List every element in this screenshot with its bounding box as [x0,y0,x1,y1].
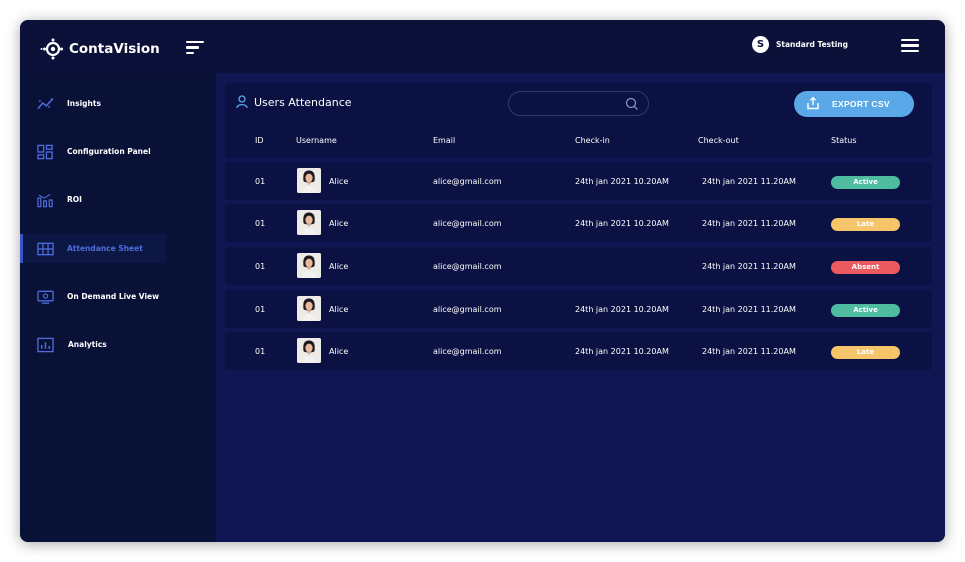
cell-checkin: 24th jan 2021 10.20AM [575,177,669,186]
cell-id: 01 [255,177,266,186]
cell-email: alice@gmail.com [433,347,502,356]
cell-email: alice@gmail.com [433,305,502,314]
cell-id: 01 [255,262,266,271]
user-name: Standard Testing [775,40,848,49]
status-badge: Late [831,346,900,359]
user-avatar: S [751,36,769,53]
main-menu-button[interactable] [901,39,919,52]
cell-checkin: 24th jan 2021 10.20AM [575,347,669,356]
sidebar-item-label: Analytics [68,340,107,349]
cell-checkout: 24th jan 2021 11.20AM [702,347,796,356]
user-photo-avatar [297,168,321,193]
app-window: ContaVision S Standard Testing Insights … [20,20,945,542]
search-icon[interactable] [625,97,639,111]
sidebar-item-label: Attendance Sheet [67,244,143,253]
cell-email: alice@gmail.com [433,219,502,228]
user-photo-avatar [297,338,321,363]
export-csv-label: EXPORT CSV [832,99,890,109]
table-header-panel: Users Attendance EXPORT CSV ID Username … [225,83,932,158]
page-title: Users Attendance [254,95,352,109]
sidebar-item-label: Configuration Panel [67,147,151,156]
user-profile[interactable]: S Standard Testing [751,36,848,53]
column-header-username: Username [296,136,337,145]
cell-username: Alice [329,219,349,228]
cell-id: 01 [255,347,266,356]
sidebar-item-insights[interactable]: Insights [20,89,166,118]
status-badge: Active [831,304,900,317]
column-header-status: Status [831,136,857,145]
cell-username: Alice [329,305,349,314]
table-row[interactable]: 01 Alice alice@gmail.com 24th jan 2021 11.2… [225,247,932,285]
attendance-grid-icon [37,242,54,255]
sidebar-collapse-button[interactable] [186,41,204,55]
table-row[interactable]: 01 Alice alice@gmail.com 24th jan 2021 10.2… [225,204,932,242]
analytics-icon [37,337,54,352]
table-row[interactable]: 01 Alice alice@gmail.com 24th jan 2021 10.2… [225,162,932,200]
cell-username: Alice [329,177,349,186]
roi-icon [37,193,53,207]
cell-checkout: 24th jan 2021 11.20AM [702,262,796,271]
top-bar: ContaVision S Standard Testing [20,20,945,73]
column-header-checkout: Check-out [698,136,739,145]
live-view-icon [37,290,54,304]
app-name: ContaVision [69,41,160,57]
user-photo-avatar [297,253,321,278]
column-header-email: Email [433,136,456,145]
cell-checkin: 24th jan 2021 10.20AM [575,219,669,228]
cell-checkout: 24th jan 2021 11.20AM [702,219,796,228]
user-photo-avatar [297,296,321,321]
cell-username: Alice [329,347,349,356]
status-badge: Active [831,176,900,189]
table-row[interactable]: 01 Alice alice@gmail.com 24th jan 2021 10.2… [225,290,932,328]
configuration-icon [37,144,53,159]
cell-checkout: 24th jan 2021 11.20AM [702,305,796,314]
sidebar: Insights Configuration Panel ROI Attenda… [20,73,216,542]
sidebar-item-label: On Demand Live View [67,292,160,301]
table-row[interactable]: 01 Alice alice@gmail.com 24th jan 2021 10.2… [225,332,932,370]
cell-username: Alice [329,262,349,271]
status-badge: Absent [831,261,900,274]
sidebar-item-attendance-sheet[interactable]: Attendance Sheet [20,234,166,263]
sidebar-item-roi[interactable]: ROI [20,185,166,214]
status-badge: Late [831,218,900,231]
cell-email: alice@gmail.com [433,177,502,186]
cell-id: 01 [255,305,266,314]
insights-icon [37,97,54,109]
user-photo-avatar [297,210,321,235]
column-header-checkin: Check-in [575,136,610,145]
sidebar-item-configuration[interactable]: Configuration Panel [20,137,166,166]
sidebar-item-live-view[interactable]: On Demand Live View [20,282,166,311]
logo[interactable]: ContaVision [40,37,160,61]
user-icon [236,95,248,109]
cell-id: 01 [255,219,266,228]
search-box[interactable] [508,91,649,116]
export-csv-button[interactable]: EXPORT CSV [794,91,914,117]
cell-checkout: 24th jan 2021 11.20AM [702,177,796,186]
sidebar-item-label: Insights [67,99,101,108]
sidebar-item-label: ROI [67,195,82,204]
main-content: Users Attendance EXPORT CSV ID Username … [216,73,945,542]
column-header-id: ID [255,136,264,145]
logo-icon [40,38,63,60]
sidebar-item-analytics[interactable]: Analytics [20,330,166,359]
upload-icon [807,96,819,110]
page-title-group: Users Attendance [236,95,352,109]
cell-checkin: 24th jan 2021 10.20AM [575,305,669,314]
search-input[interactable] [517,96,622,112]
cell-email: alice@gmail.com [433,262,502,271]
